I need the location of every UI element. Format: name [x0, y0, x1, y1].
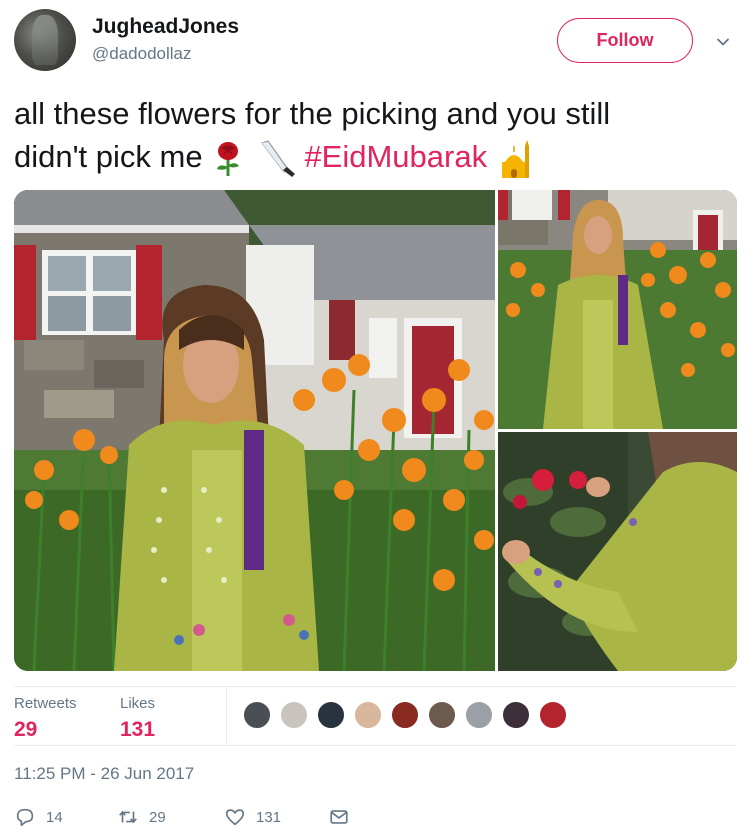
likes-stat[interactable]: Likes 131 — [120, 695, 155, 742]
heart-icon — [225, 809, 245, 826]
photo-top-right-image — [498, 190, 737, 429]
retweets-count: 29 — [14, 718, 38, 741]
liker-avatar[interactable] — [538, 700, 568, 730]
liker-avatar[interactable] — [279, 700, 309, 730]
liker-avatar[interactable] — [390, 700, 420, 730]
liker-avatar[interactable] — [316, 700, 346, 730]
retweets-stat[interactable]: Retweets 29 — [14, 695, 77, 742]
tweet-media-grid — [14, 190, 737, 671]
photo-main-image — [14, 190, 495, 671]
user-handle[interactable]: @dadodollaz — [92, 44, 192, 64]
tweet-text-line-1: all these flowers for the picking and yo… — [14, 96, 611, 131]
direct-message-button[interactable] — [328, 806, 350, 828]
retweet-button[interactable]: 29 — [117, 806, 166, 828]
liker-avatar[interactable] — [464, 700, 494, 730]
tweet-header: JugheadJones @dadodollaz Follow — [14, 9, 736, 71]
display-name[interactable]: JugheadJones — [92, 15, 239, 39]
knife-emoji-icon — [260, 140, 295, 177]
avatar[interactable] — [14, 9, 76, 71]
liker-avatar[interactable] — [242, 700, 272, 730]
rose-emoji-icon — [217, 141, 240, 176]
chevron-down-icon[interactable] — [716, 35, 730, 49]
likes-count: 131 — [120, 718, 156, 741]
liker-avatar[interactable] — [353, 700, 383, 730]
stats-divider — [226, 687, 227, 745]
likes-label: Likes — [120, 695, 156, 712]
retweet-count: 29 — [149, 808, 166, 826]
reply-count: 14 — [46, 808, 63, 826]
engagement-stats: Retweets 29 Likes 131 — [14, 686, 736, 746]
direct-message-icon — [330, 810, 348, 824]
mosque-emoji-icon — [501, 139, 529, 178]
follow-button[interactable]: Follow — [557, 18, 693, 63]
retweet-icon — [119, 810, 137, 824]
liker-avatar[interactable] — [427, 700, 457, 730]
liker-avatar[interactable] — [501, 700, 531, 730]
reply-button[interactable]: 14 — [14, 806, 63, 828]
tweet-actions: 14 29 131 — [14, 806, 736, 830]
tweet-text-line-2-start: didn't pick me — [14, 139, 203, 174]
photo-top-right[interactable] — [498, 190, 737, 429]
tweet-timestamp[interactable]: 11:25 PM - 26 Jun 2017 — [14, 764, 194, 784]
hashtag-link[interactable]: #EidMubarak — [304, 139, 487, 174]
reply-icon — [16, 808, 34, 827]
like-count: 131 — [256, 808, 282, 826]
tweet-text-line-2: didn't pick me #EidMubarak — [14, 135, 734, 180]
like-button[interactable]: 131 — [224, 806, 281, 828]
retweets-label: Retweets — [14, 695, 77, 712]
tweet-text: all these flowers for the picking and yo… — [14, 92, 734, 180]
photo-main[interactable] — [14, 190, 495, 671]
photo-bottom-right-image — [498, 432, 737, 671]
photo-bottom-right[interactable] — [498, 432, 737, 671]
